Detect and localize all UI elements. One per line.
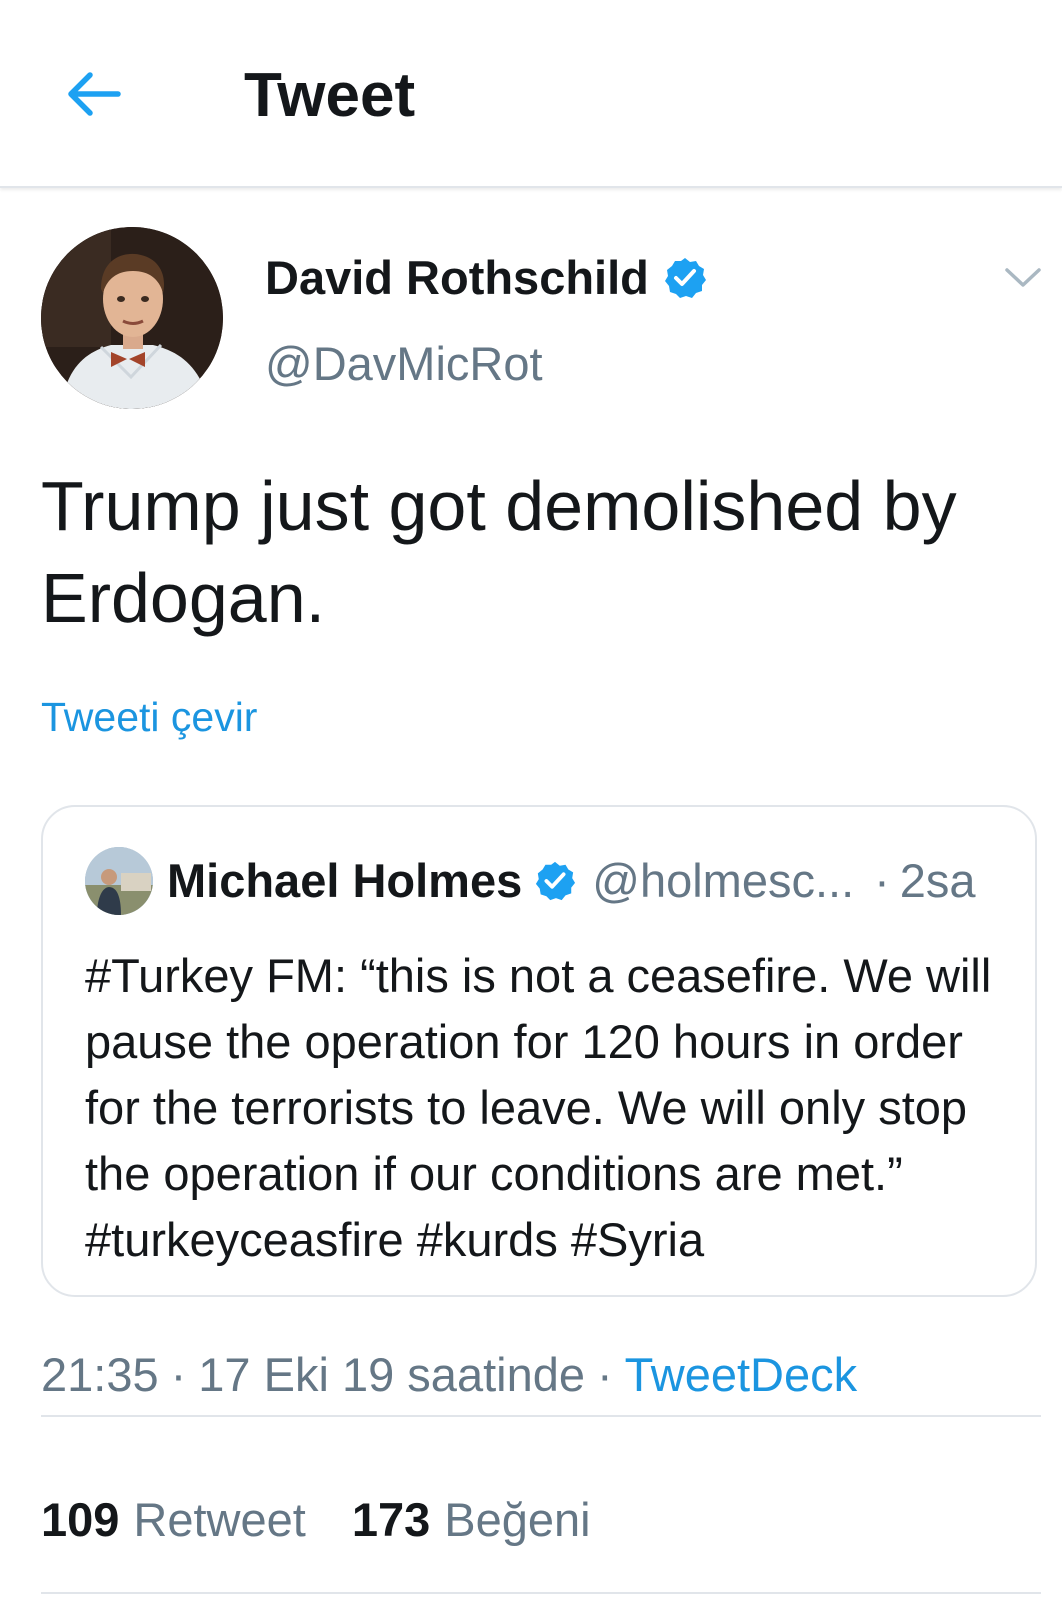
retweet-label: Retweet	[133, 1493, 306, 1546]
quoted-separator: ·	[874, 854, 890, 907]
quoted-author-photo	[85, 847, 153, 915]
translate-tweet-link[interactable]: Tweeti çevir	[41, 692, 257, 742]
verified-badge-icon	[664, 258, 706, 298]
author-name-row[interactable]: David Rothschild	[265, 250, 707, 306]
tweet-time: 21:35	[41, 1348, 159, 1401]
author-photo	[41, 227, 223, 409]
like-label: Beğeni	[444, 1493, 591, 1546]
top-bar: Tweet	[0, 0, 1062, 188]
tweet-meta: 21:35 · 17 Eki 19 saatinde · TweetDeck	[41, 1345, 857, 1405]
avatar[interactable]	[41, 227, 223, 409]
tweet-text: Trump just got demolished by Erdogan.	[41, 467, 957, 637]
author-name: David Rothschild	[265, 251, 649, 304]
quoted-timestamp: 2sa	[899, 854, 976, 907]
meta-separator: ·	[597, 1348, 613, 1401]
engagement-stats: 109 Retweet 173 Beğeni	[41, 1490, 637, 1550]
retweet-count-link[interactable]: 109 Retweet	[41, 1490, 306, 1550]
verified-badge-icon	[536, 861, 576, 901]
divider	[41, 1415, 1041, 1417]
quoted-tweet-text: #Turkey FM: “this is not a ceasefire. We…	[85, 949, 992, 1266]
retweet-count: 109	[41, 1493, 120, 1546]
tweet-date: 17 Eki 19 saatinde	[198, 1348, 585, 1401]
like-count: 173	[351, 1493, 431, 1546]
page-title: Tweet	[244, 61, 416, 130]
meta-separator: ·	[170, 1348, 187, 1401]
quoted-author-handle: @holmesc...	[592, 854, 855, 907]
back-button[interactable]	[58, 58, 130, 130]
quoted-tweet-header: Michael Holmes @holmesc... · 2sa	[167, 851, 976, 911]
tweet-source-link[interactable]: TweetDeck	[625, 1348, 857, 1401]
quoted-avatar	[85, 847, 153, 915]
chevron-down-icon	[1005, 268, 1041, 287]
author-handle[interactable]: @DavMicRot	[265, 336, 543, 392]
quoted-tweet-card[interactable]: Michael Holmes @holmesc... · 2sa #Turkey…	[41, 805, 1037, 1297]
divider	[41, 1592, 1041, 1594]
like-count-link[interactable]: 173 Beğeni	[352, 1490, 591, 1550]
more-options-button[interactable]	[998, 258, 1048, 298]
quoted-author-name: Michael Holmes	[167, 854, 523, 907]
arrow-left-icon	[68, 72, 121, 116]
